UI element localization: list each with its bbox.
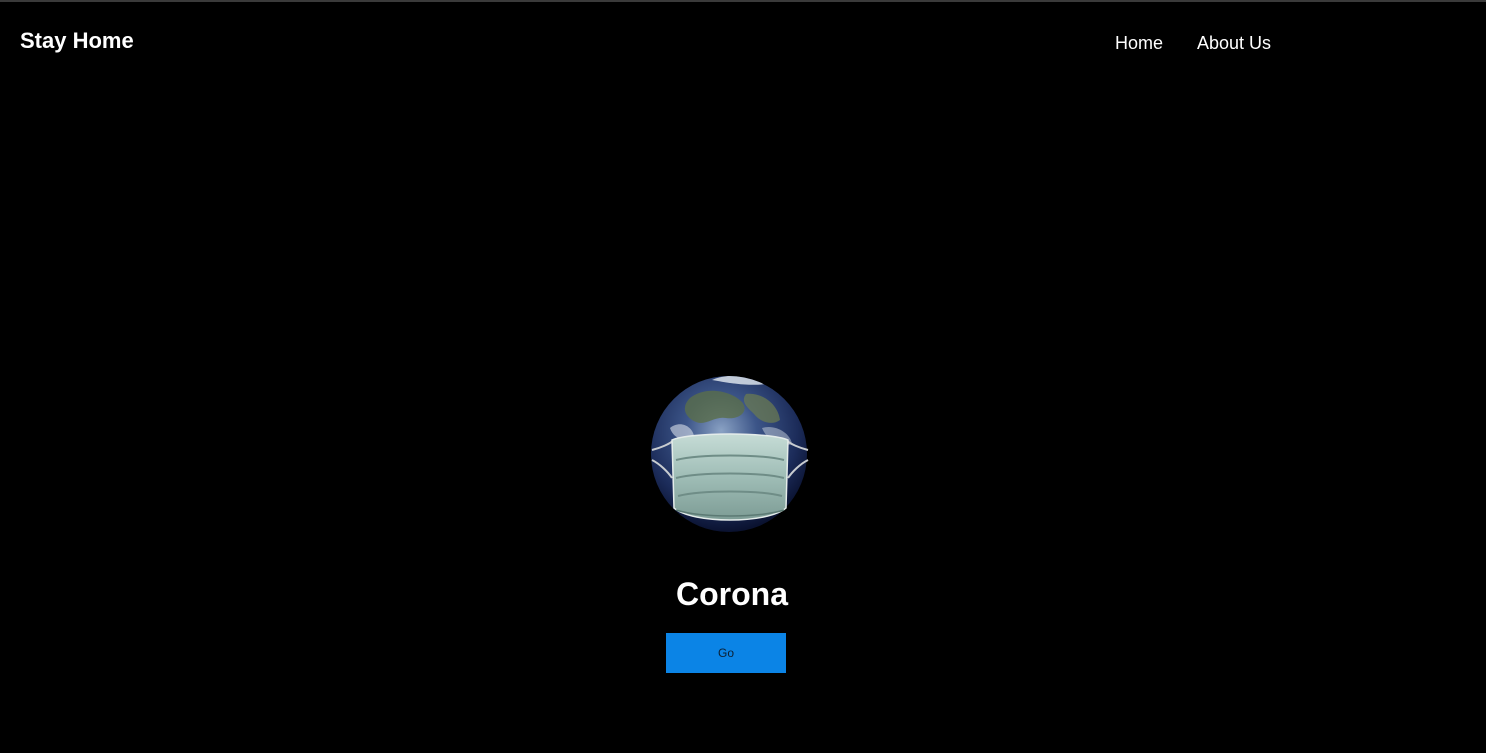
hero-section: Corona Go: [0, 2, 1486, 753]
masked-earth-image: [651, 376, 809, 532]
page: Stay Home Home About Us Corona Go: [0, 0, 1486, 753]
hero-title: Corona: [676, 576, 788, 612]
go-button[interactable]: Go: [666, 633, 786, 673]
